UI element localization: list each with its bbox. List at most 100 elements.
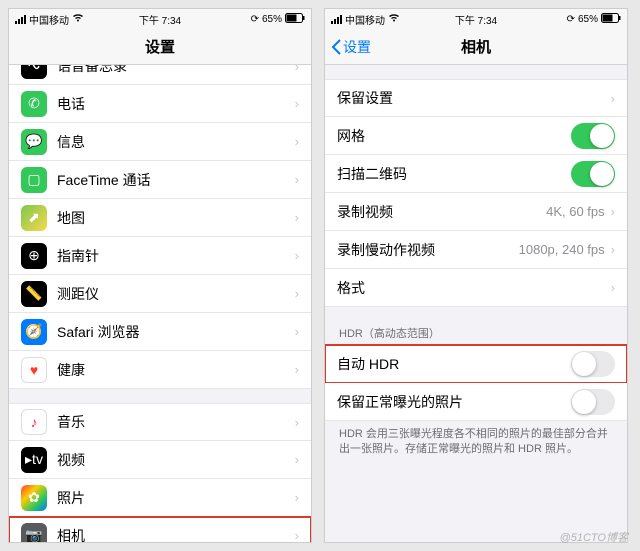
chevron-right-icon: › (295, 96, 299, 111)
settings-screen: 中国移动 下午 7:34 ⟳ 65% 设置 语音备忘录 › ✆ 电话 (8, 8, 312, 543)
row-keep-normal-photo[interactable]: 保留正常曝光的照片 (325, 383, 627, 421)
page-title: 设置 (145, 36, 175, 57)
time-label: 下午 7:34 (455, 12, 497, 27)
chevron-right-icon: › (295, 415, 299, 430)
row-auto-hdr[interactable]: 自动 HDR (325, 345, 627, 383)
chevron-right-icon: › (295, 324, 299, 339)
page-title: 相机 (461, 36, 491, 57)
row-detail: 1080p, 240 fps (519, 242, 605, 257)
music-icon: ♪ (21, 409, 47, 435)
keep-normal-toggle[interactable] (571, 389, 615, 415)
battery-label: 65% (578, 14, 598, 25)
facetime-icon: ▢ (21, 167, 47, 193)
chevron-left-icon (331, 39, 341, 55)
hdr-section-header: HDR（高动态范围） (325, 321, 627, 345)
nav-bar: 设置 相机 (325, 29, 627, 65)
row-grid[interactable]: 网格 (325, 117, 627, 155)
row-photos[interactable]: ✿ 照片 › (9, 479, 311, 517)
row-label: 网格 (337, 126, 571, 146)
chevron-right-icon: › (611, 242, 615, 257)
row-scan-qr[interactable]: 扫描二维码 (325, 155, 627, 193)
chevron-right-icon: › (611, 91, 615, 106)
row-measure[interactable]: 📏 测距仪 › (9, 275, 311, 313)
signal-icon (15, 15, 26, 24)
row-label: 信息 (57, 132, 295, 152)
phone-icon: ✆ (21, 91, 47, 117)
carrier-label: 中国移动 (345, 12, 385, 27)
row-label: 视频 (57, 450, 295, 470)
row-label: 录制视频 (337, 202, 546, 222)
row-formats[interactable]: 格式 › (325, 269, 627, 307)
row-voice-memos[interactable]: 语音备忘录 › (9, 65, 311, 85)
chevron-right-icon: › (611, 280, 615, 295)
health-icon: ♥ (21, 357, 47, 383)
row-label: FaceTime 通话 (57, 170, 295, 190)
wifi-icon (72, 13, 84, 25)
camera-settings-screen: 中国移动 下午 7:34 ⟳ 65% 设置 相机 保留设置 › 网格 (324, 8, 628, 543)
scan-qr-toggle[interactable] (571, 161, 615, 187)
chevron-right-icon: › (295, 490, 299, 505)
row-label: 录制慢动作视频 (337, 240, 519, 260)
chevron-right-icon: › (295, 528, 299, 542)
signal-icon (331, 15, 342, 24)
row-label: 测距仪 (57, 284, 295, 304)
row-label: 保留设置 (337, 88, 611, 108)
status-bar: 中国移动 下午 7:34 ⟳ 65% (9, 9, 311, 29)
row-record-video[interactable]: 录制视频 4K, 60 fps › (325, 193, 627, 231)
row-label: 自动 HDR (337, 354, 571, 374)
messages-icon: 💬 (21, 129, 47, 155)
chevron-right-icon: › (295, 452, 299, 467)
row-music[interactable]: ♪ 音乐 › (9, 403, 311, 441)
row-keep-settings[interactable]: 保留设置 › (325, 79, 627, 117)
row-label: 照片 (57, 488, 295, 508)
row-label: 相机 (57, 526, 295, 543)
back-button[interactable]: 设置 (331, 29, 371, 64)
chevron-right-icon: › (295, 286, 299, 301)
row-maps[interactable]: ⬈ 地图 › (9, 199, 311, 237)
wifi-icon (388, 13, 400, 25)
row-label: 格式 (337, 278, 611, 298)
chevron-right-icon: › (295, 134, 299, 149)
status-bar: 中国移动 下午 7:34 ⟳ 65% (325, 9, 627, 29)
camera-icon: 📷 (21, 523, 47, 543)
chevron-right-icon: › (611, 204, 615, 219)
row-messages[interactable]: 💬 信息 › (9, 123, 311, 161)
row-camera[interactable]: 📷 相机 › (9, 517, 311, 542)
safari-icon: 🧭 (21, 319, 47, 345)
row-record-slowmo[interactable]: 录制慢动作视频 1080p, 240 fps › (325, 231, 627, 269)
battery-label: 65% (262, 14, 282, 25)
row-label: 语音备忘录 (57, 65, 295, 76)
row-label: 音乐 (57, 412, 295, 432)
grid-toggle[interactable] (571, 123, 615, 149)
maps-icon: ⬈ (21, 205, 47, 231)
row-label: Safari 浏览器 (57, 322, 295, 342)
time-label: 下午 7:34 (139, 12, 181, 27)
row-phone[interactable]: ✆ 电话 › (9, 85, 311, 123)
chevron-right-icon: › (295, 65, 299, 74)
row-label: 电话 (57, 94, 295, 114)
compass-icon: ⊕ (21, 243, 47, 269)
row-label: 地图 (57, 208, 295, 228)
chevron-right-icon: › (295, 172, 299, 187)
row-health[interactable]: ♥ 健康 › (9, 351, 311, 389)
auto-hdr-toggle[interactable] (571, 351, 615, 377)
row-compass[interactable]: ⊕ 指南针 › (9, 237, 311, 275)
chevron-right-icon: › (295, 248, 299, 263)
hdr-footer-text: HDR 会用三张曝光程度各不相同的照片的最佳部分合并出一张照片。存储正常曝光的照… (325, 421, 627, 464)
battery-icon (285, 13, 305, 26)
row-label: 指南针 (57, 246, 295, 266)
back-label: 设置 (343, 37, 371, 57)
row-tv[interactable]: ▸tv 视频 › (9, 441, 311, 479)
battery-icon (601, 13, 621, 26)
watermark: @51CTO博客 (560, 529, 628, 545)
measure-icon: 📏 (21, 281, 47, 307)
row-label: 健康 (57, 360, 295, 380)
rotation-lock-icon: ⟳ (567, 14, 575, 25)
row-label: 保留正常曝光的照片 (337, 392, 571, 412)
row-facetime[interactable]: ▢ FaceTime 通话 › (9, 161, 311, 199)
rotation-lock-icon: ⟳ (251, 14, 259, 25)
row-label: 扫描二维码 (337, 164, 571, 184)
row-safari[interactable]: 🧭 Safari 浏览器 › (9, 313, 311, 351)
chevron-right-icon: › (295, 362, 299, 377)
nav-bar: 设置 (9, 29, 311, 65)
